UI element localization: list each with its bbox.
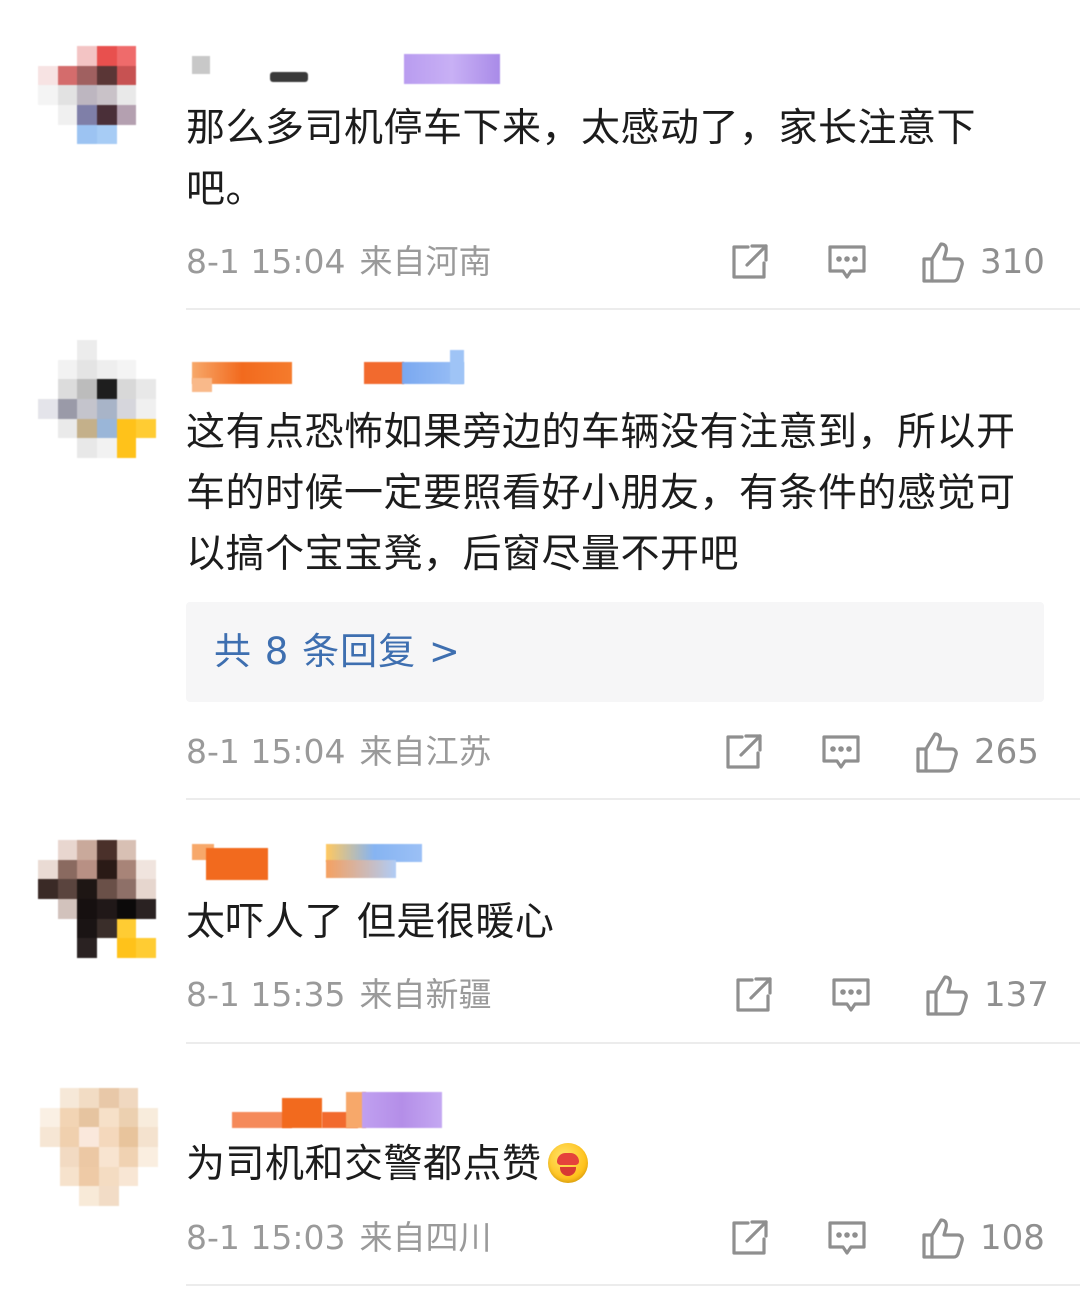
thumbs-up-icon bbox=[922, 242, 964, 283]
comment-icon bbox=[828, 1221, 866, 1255]
like-count: 137 bbox=[984, 975, 1049, 1015]
comment-info: 8-1 15:04 来自河南 bbox=[186, 242, 492, 282]
like-count: 265 bbox=[974, 732, 1039, 772]
like-button[interactable]: 108 bbox=[920, 1216, 1045, 1260]
comment-time: 8-1 15:04 bbox=[186, 242, 346, 281]
username[interactable] bbox=[186, 1090, 466, 1130]
comment-location: 来自新疆 bbox=[359, 975, 492, 1014]
comment-text: 那么多司机停车下来，太感动了，家长注意下吧。 bbox=[186, 106, 977, 212]
comment-info: 8-1 15:04 来自江苏 bbox=[186, 732, 492, 772]
thumbs-up-icon bbox=[926, 975, 968, 1016]
share-icon bbox=[732, 1220, 768, 1255]
share-icon bbox=[726, 734, 762, 769]
comment-meta: 8-1 15:04 来自江苏 265 bbox=[186, 730, 1044, 774]
view-replies-link[interactable]: 共 8 条回复 > bbox=[214, 629, 461, 675]
avatar[interactable] bbox=[38, 46, 156, 164]
comment-location: 来自江苏 bbox=[359, 732, 492, 771]
comment-text: 为司机和交警都点赞 bbox=[186, 1134, 1016, 1195]
like-button[interactable]: 310 bbox=[920, 240, 1045, 284]
username[interactable] bbox=[186, 348, 486, 392]
thumbs-up-icon bbox=[922, 1218, 964, 1259]
comment-time: 8-1 15:03 bbox=[186, 1218, 346, 1257]
comment-text: 这有点恐怖如果旁边的车辆没有注意到，所以开车的时候一定要照看好小朋友，有条件的感… bbox=[186, 410, 1016, 577]
share-icon bbox=[732, 244, 768, 279]
reply-button[interactable] bbox=[826, 240, 868, 284]
heart-eyes-emoji-icon bbox=[547, 1143, 588, 1183]
share-button[interactable] bbox=[732, 973, 774, 1017]
comment-meta: 8-1 15:35 来自新疆 137 bbox=[186, 973, 1049, 1017]
like-count: 310 bbox=[980, 242, 1045, 282]
share-button[interactable] bbox=[728, 240, 770, 284]
like-button[interactable]: 137 bbox=[924, 973, 1049, 1017]
divider bbox=[186, 798, 1080, 800]
comment-location: 来自河南 bbox=[359, 242, 492, 281]
comment-icon bbox=[822, 735, 860, 769]
comment-text: 太吓人了 但是很暖心 bbox=[186, 900, 555, 945]
username[interactable] bbox=[186, 52, 506, 92]
comment-info: 8-1 15:03 来自四川 bbox=[186, 1218, 492, 1258]
comment-icon bbox=[828, 245, 866, 279]
username[interactable] bbox=[186, 840, 446, 880]
share-button[interactable] bbox=[728, 1216, 770, 1260]
share-button[interactable] bbox=[722, 730, 764, 774]
share-icon bbox=[736, 977, 772, 1012]
comment-time: 8-1 15:04 bbox=[186, 732, 346, 771]
divider bbox=[186, 308, 1080, 310]
comment-time: 8-1 15:35 bbox=[186, 975, 346, 1014]
comment-text-body: 为司机和交警都点赞 bbox=[186, 1142, 542, 1187]
comment-icon bbox=[832, 978, 870, 1012]
thumbs-up-icon bbox=[916, 732, 958, 773]
divider bbox=[186, 1284, 1080, 1286]
like-count: 108 bbox=[980, 1218, 1045, 1258]
avatar[interactable] bbox=[40, 1088, 158, 1206]
reply-button[interactable] bbox=[820, 730, 862, 774]
divider bbox=[186, 1042, 1080, 1044]
like-button[interactable]: 265 bbox=[914, 730, 1039, 774]
comment-location: 来自四川 bbox=[359, 1218, 492, 1257]
avatar[interactable] bbox=[38, 340, 156, 458]
replies-panel[interactable]: 共 8 条回复 > bbox=[186, 602, 1044, 702]
comment-meta: 8-1 15:04 来自河南 310 bbox=[186, 240, 1045, 284]
avatar[interactable] bbox=[38, 840, 156, 958]
reply-button[interactable] bbox=[826, 1216, 868, 1260]
comment-info: 8-1 15:35 来自新疆 bbox=[186, 975, 492, 1015]
reply-button[interactable] bbox=[830, 973, 872, 1017]
comment-meta: 8-1 15:03 来自四川 108 bbox=[186, 1216, 1045, 1260]
